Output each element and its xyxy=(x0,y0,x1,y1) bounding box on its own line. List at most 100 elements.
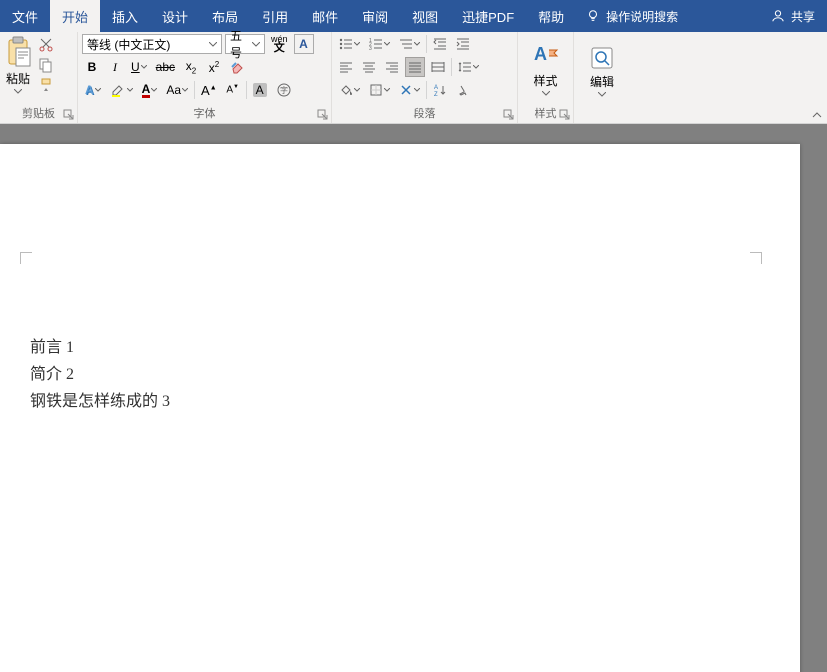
highlight-button[interactable] xyxy=(107,80,136,100)
chevron-down-icon xyxy=(473,65,479,69)
tab-help[interactable]: 帮助 xyxy=(526,0,576,32)
character-border-button[interactable]: A xyxy=(294,34,314,54)
distributed-icon xyxy=(431,60,445,74)
tab-view[interactable]: 视图 xyxy=(400,0,450,32)
enclose-icon: 字 xyxy=(276,82,292,98)
align-right-button[interactable] xyxy=(382,57,402,77)
show-hide-button[interactable] xyxy=(453,80,473,100)
font-name-combo[interactable]: 等线 (中文正文) xyxy=(82,34,222,54)
group-styles: A 样式 样式 xyxy=(518,32,574,123)
chevron-down-icon xyxy=(414,42,420,46)
svg-text:3: 3 xyxy=(369,46,372,51)
increase-indent-button[interactable] xyxy=(453,34,473,54)
font-size-combo[interactable]: 五号 xyxy=(225,34,265,54)
italic-button[interactable]: I xyxy=(105,57,125,77)
change-case-button[interactable]: Aa xyxy=(163,80,191,100)
cut-button[interactable] xyxy=(36,36,56,54)
clipboard-launcher[interactable] xyxy=(63,109,75,121)
tab-review[interactable]: 审阅 xyxy=(350,0,400,32)
styles-button[interactable]: A 样式 xyxy=(531,42,561,96)
document-content[interactable]: 前言 1 简介 2 钢铁是怎样练成的 3 xyxy=(0,144,800,416)
format-painter-button[interactable] xyxy=(36,76,56,94)
character-shading-button[interactable]: 字 xyxy=(273,80,295,100)
asian-layout-icon xyxy=(399,83,413,97)
svg-text:A: A xyxy=(534,44,547,64)
justify-button[interactable] xyxy=(405,57,425,77)
align-left-button[interactable] xyxy=(336,57,356,77)
page[interactable]: 前言 1 简介 2 钢铁是怎样练成的 3 xyxy=(0,144,800,672)
chevron-down-icon xyxy=(354,88,360,92)
superscript-button[interactable]: x2 xyxy=(204,57,224,77)
font-color-button[interactable]: A xyxy=(139,80,161,100)
styles-launcher[interactable] xyxy=(559,109,571,121)
phonetic-guide-button[interactable]: wén文 xyxy=(268,34,291,54)
person-icon xyxy=(771,9,785,23)
underline-button[interactable]: U xyxy=(128,57,150,77)
numbering-button[interactable]: 123 xyxy=(366,34,393,54)
group-editing: 编辑 xyxy=(574,32,630,123)
font-launcher[interactable] xyxy=(317,109,329,121)
group-font: 等线 (中文正文) 五号 wén文 A B I U abc x xyxy=(78,32,332,123)
group-font-title: 字体 xyxy=(82,103,327,123)
paste-button[interactable]: 粘贴 xyxy=(4,36,32,94)
paragraph-launcher[interactable] xyxy=(503,109,515,121)
subscript-button[interactable]: x2 xyxy=(181,57,201,77)
document-area[interactable]: 前言 1 简介 2 钢铁是怎样练成的 3 xyxy=(0,124,827,672)
paintbrush-icon xyxy=(38,77,54,93)
collapse-ribbon-button[interactable] xyxy=(811,109,823,121)
text-line[interactable]: 前言 1 xyxy=(30,334,800,361)
asian-layout-button[interactable] xyxy=(396,80,423,100)
share-button[interactable]: 共享 xyxy=(759,0,827,32)
align-right-icon xyxy=(385,60,399,74)
tab-file[interactable]: 文件 xyxy=(0,0,50,32)
tab-references[interactable]: 引用 xyxy=(250,0,300,32)
borders-icon xyxy=(369,83,383,97)
chevron-down-icon xyxy=(141,65,147,69)
pilcrow-icon xyxy=(456,83,470,97)
line-spacing-button[interactable] xyxy=(455,57,482,77)
shrink-font-button[interactable]: A▼ xyxy=(223,80,243,100)
tab-mailings[interactable]: 邮件 xyxy=(300,0,350,32)
borders-button[interactable] xyxy=(366,80,393,100)
sort-button[interactable]: AZ xyxy=(430,80,450,100)
align-center-icon xyxy=(362,60,376,74)
justify-icon xyxy=(408,60,422,74)
outdent-icon xyxy=(433,37,447,51)
bold-button[interactable]: B xyxy=(82,57,102,77)
svg-text:A: A xyxy=(434,85,438,91)
paint-bucket-icon xyxy=(339,83,353,97)
sort-icon: AZ xyxy=(433,83,447,97)
grow-font-button[interactable]: A▲ xyxy=(198,80,220,100)
group-clipboard: 粘贴 剪贴板 xyxy=(0,32,78,123)
text-line[interactable]: 钢铁是怎样练成的 3 xyxy=(30,388,800,415)
enclose-characters-button[interactable]: A xyxy=(250,80,270,100)
multilevel-list-button[interactable] xyxy=(396,34,423,54)
tab-design[interactable]: 设计 xyxy=(150,0,200,32)
distributed-button[interactable] xyxy=(428,57,448,77)
bullets-icon xyxy=(339,37,353,51)
editing-button[interactable]: 编辑 xyxy=(589,45,615,97)
text-effects-button[interactable]: A xyxy=(82,80,104,100)
shading-button[interactable] xyxy=(336,80,363,100)
tab-pdf[interactable]: 迅捷PDF xyxy=(450,0,526,32)
char-border-icon: A xyxy=(299,37,308,51)
eraser-icon xyxy=(230,59,246,75)
group-paragraph-title: 段落 xyxy=(336,103,513,123)
strikethrough-button[interactable]: abc xyxy=(153,57,178,77)
phonetic-icon: wén文 xyxy=(271,35,288,53)
clear-formatting-button[interactable] xyxy=(227,57,249,77)
tab-insert[interactable]: 插入 xyxy=(100,0,150,32)
chevron-down-icon xyxy=(95,88,101,92)
copy-button[interactable] xyxy=(36,56,56,74)
text-line[interactable]: 简介 2 xyxy=(30,361,800,388)
text-effects-icon: A xyxy=(85,83,94,97)
decrease-indent-button[interactable] xyxy=(430,34,450,54)
bullets-button[interactable] xyxy=(336,34,363,54)
chevron-down-icon xyxy=(354,42,360,46)
align-center-button[interactable] xyxy=(359,57,379,77)
tab-bar: 文件 开始 插入 设计 布局 引用 邮件 审阅 视图 迅捷PDF 帮助 操作说明… xyxy=(0,0,827,32)
multilevel-icon xyxy=(399,37,413,51)
tell-me-search[interactable]: 操作说明搜索 xyxy=(576,0,688,32)
chevron-down-icon xyxy=(384,88,390,92)
tab-home[interactable]: 开始 xyxy=(50,0,100,32)
